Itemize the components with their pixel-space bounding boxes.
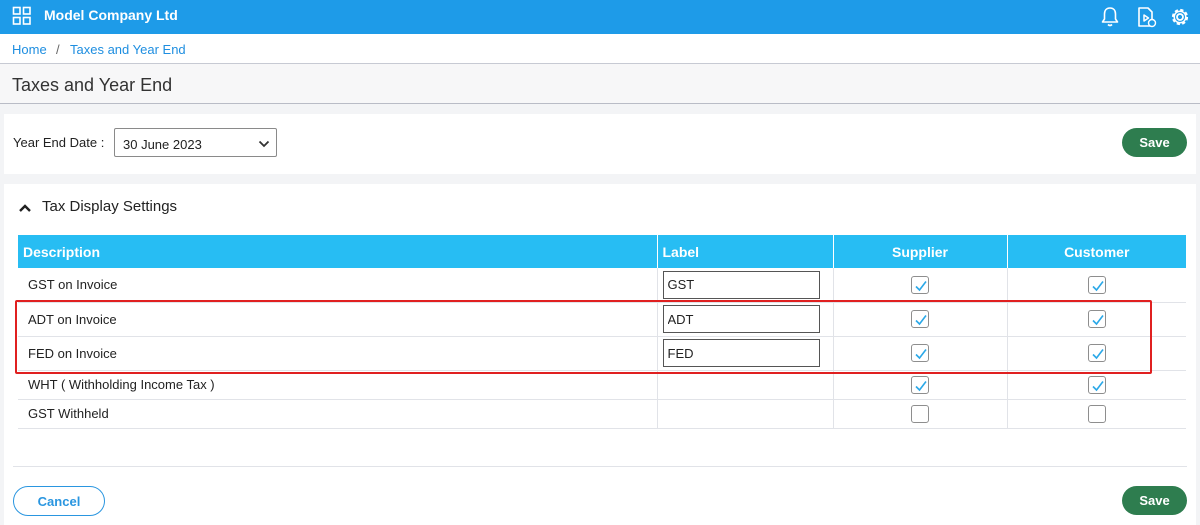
supplier-checkbox[interactable]: [911, 375, 929, 394]
checkmark-icon: [1092, 349, 1104, 360]
customer-checkbox[interactable]: [1087, 275, 1106, 294]
year-end-panel: Year End Date : 30 June 2023 Save: [4, 114, 1196, 174]
section-title: Tax Display Settings: [42, 198, 178, 215]
row-description: FED on Invoice: [18, 336, 658, 371]
save-button-top[interactable]: Save: [1122, 128, 1187, 157]
supplier-checkbox[interactable]: [911, 404, 929, 423]
label-input[interactable]: [662, 305, 820, 333]
year-end-select[interactable]: 30 June 2023: [114, 128, 277, 157]
label-cell: [657, 302, 834, 337]
label-cell: [657, 370, 834, 400]
checkmark-icon: [915, 349, 927, 360]
checkmark-icon: [1092, 315, 1104, 326]
supplier-cell: [833, 399, 1008, 429]
table-row: ADT on Invoice: [18, 302, 1186, 337]
video-help-icon[interactable]: [1134, 5, 1158, 29]
breadcrumb-separator: /: [56, 42, 60, 57]
label-input[interactable]: [662, 270, 820, 299]
checkmark-icon: [915, 380, 927, 391]
checkmark-icon: [915, 315, 927, 326]
label-cell: [657, 399, 834, 429]
customer-checkbox[interactable]: [1087, 375, 1106, 394]
customer-checkbox[interactable]: [1087, 344, 1106, 362]
customer-checkbox[interactable]: [1087, 404, 1106, 423]
table-row: WHT ( Withholding Income Tax ): [18, 370, 1186, 400]
customer-cell: [1007, 268, 1186, 303]
customer-cell: [1007, 302, 1186, 337]
customer-cell: [1007, 399, 1186, 429]
cancel-button[interactable]: Cancel: [13, 486, 105, 516]
supplier-cell: [833, 370, 1008, 400]
label-cell: [657, 336, 834, 371]
row-description: WHT ( Withholding Income Tax ): [18, 370, 658, 400]
table-header-row: Description Label Supplier Customer: [18, 235, 1186, 268]
supplier-cell: [833, 336, 1008, 371]
column-header-customer: Customer: [1007, 235, 1186, 268]
column-header-description: Description: [18, 235, 658, 268]
tax-settings-table: Description Label Supplier Customer GST …: [18, 235, 1186, 429]
company-name[interactable]: Model Company Ltd: [44, 7, 178, 23]
supplier-cell: [833, 268, 1008, 303]
checkmark-icon: [915, 280, 927, 291]
year-end-select-value: 30 June 2023: [123, 137, 202, 152]
breadcrumb-home[interactable]: Home: [12, 42, 47, 57]
table-row: FED on Invoice: [18, 336, 1186, 371]
label-cell: [657, 268, 834, 303]
row-description: GST on Invoice: [18, 268, 658, 303]
divider: [13, 466, 1187, 467]
row-description: ADT on Invoice: [18, 302, 658, 337]
save-button-bottom[interactable]: Save: [1122, 486, 1187, 515]
year-end-label: Year End Date :: [13, 135, 105, 150]
tax-display-panel: Tax Display Settings Description Label S…: [4, 184, 1196, 525]
page-header: Taxes and Year End: [0, 64, 1200, 104]
chevron-down-icon: [258, 137, 270, 149]
customer-checkbox[interactable]: [1087, 310, 1106, 328]
supplier-checkbox[interactable]: [911, 344, 929, 362]
table-row: GST Withheld: [18, 399, 1186, 429]
checkmark-icon: [1092, 380, 1104, 391]
label-input[interactable]: [662, 339, 820, 367]
breadcrumb: Home / Taxes and Year End: [0, 34, 1200, 64]
top-bar: Model Company Ltd: [0, 0, 1200, 34]
row-description: GST Withheld: [18, 399, 658, 429]
column-header-supplier: Supplier: [833, 235, 1008, 268]
apps-grid-icon[interactable]: [12, 6, 32, 26]
bell-icon[interactable]: [1098, 5, 1122, 29]
chevron-up-icon: [18, 201, 32, 213]
customer-cell: [1007, 336, 1186, 371]
supplier-cell: [833, 302, 1008, 337]
supplier-checkbox[interactable]: [911, 275, 929, 294]
page-title: Taxes and Year End: [12, 75, 173, 95]
customer-cell: [1007, 370, 1186, 400]
checkmark-icon: [1092, 280, 1104, 291]
gear-icon[interactable]: [1168, 5, 1192, 29]
breadcrumb-current[interactable]: Taxes and Year End: [70, 42, 186, 57]
table-row: GST on Invoice: [18, 268, 1186, 303]
supplier-checkbox[interactable]: [911, 310, 929, 328]
column-header-label: Label: [657, 235, 834, 268]
